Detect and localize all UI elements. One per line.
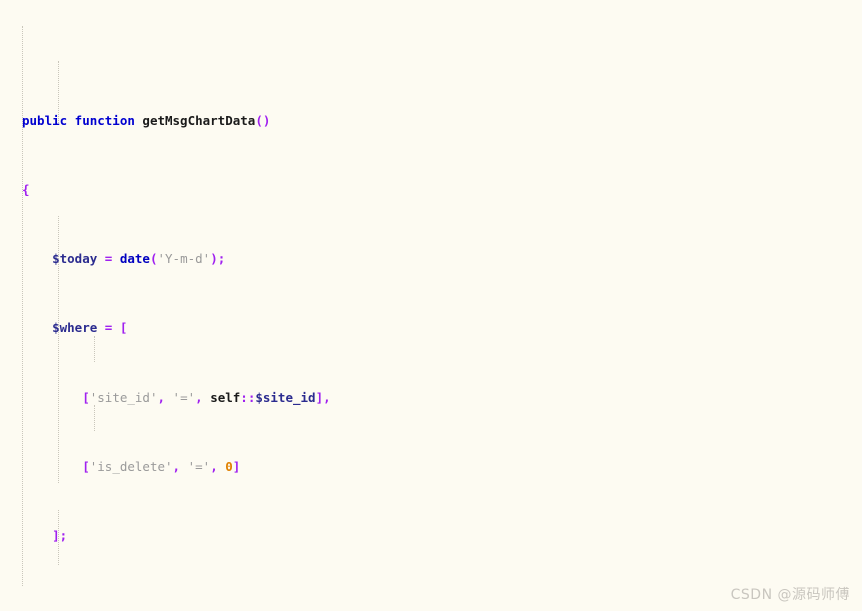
code-line-5: ['site_id', '=', self::$site_id], bbox=[82, 389, 331, 405]
indent-guide-level-1 bbox=[22, 26, 24, 586]
code-line-3: $today = date('Y-m-d'); bbox=[52, 251, 226, 267]
indent-guide-level-3b bbox=[94, 405, 96, 431]
code-line-2: { bbox=[22, 181, 30, 197]
code-line-7: ]; bbox=[52, 527, 68, 543]
csdn-watermark: CSDN @源码师傅 bbox=[730, 587, 850, 603]
code-line-6: ['is_delete', '=', 0] bbox=[82, 458, 241, 474]
code-block: public function getMsgChartData() { $tod… bbox=[0, 0, 862, 611]
code-line-1: public function getMsgChartData() bbox=[22, 112, 271, 128]
code-line-4: $where = [ bbox=[52, 320, 128, 336]
indent-guide-level-3 bbox=[94, 336, 96, 362]
code-screenshot: public function getMsgChartData() { $tod… bbox=[0, 0, 862, 611]
indent-guides bbox=[0, 0, 862, 611]
